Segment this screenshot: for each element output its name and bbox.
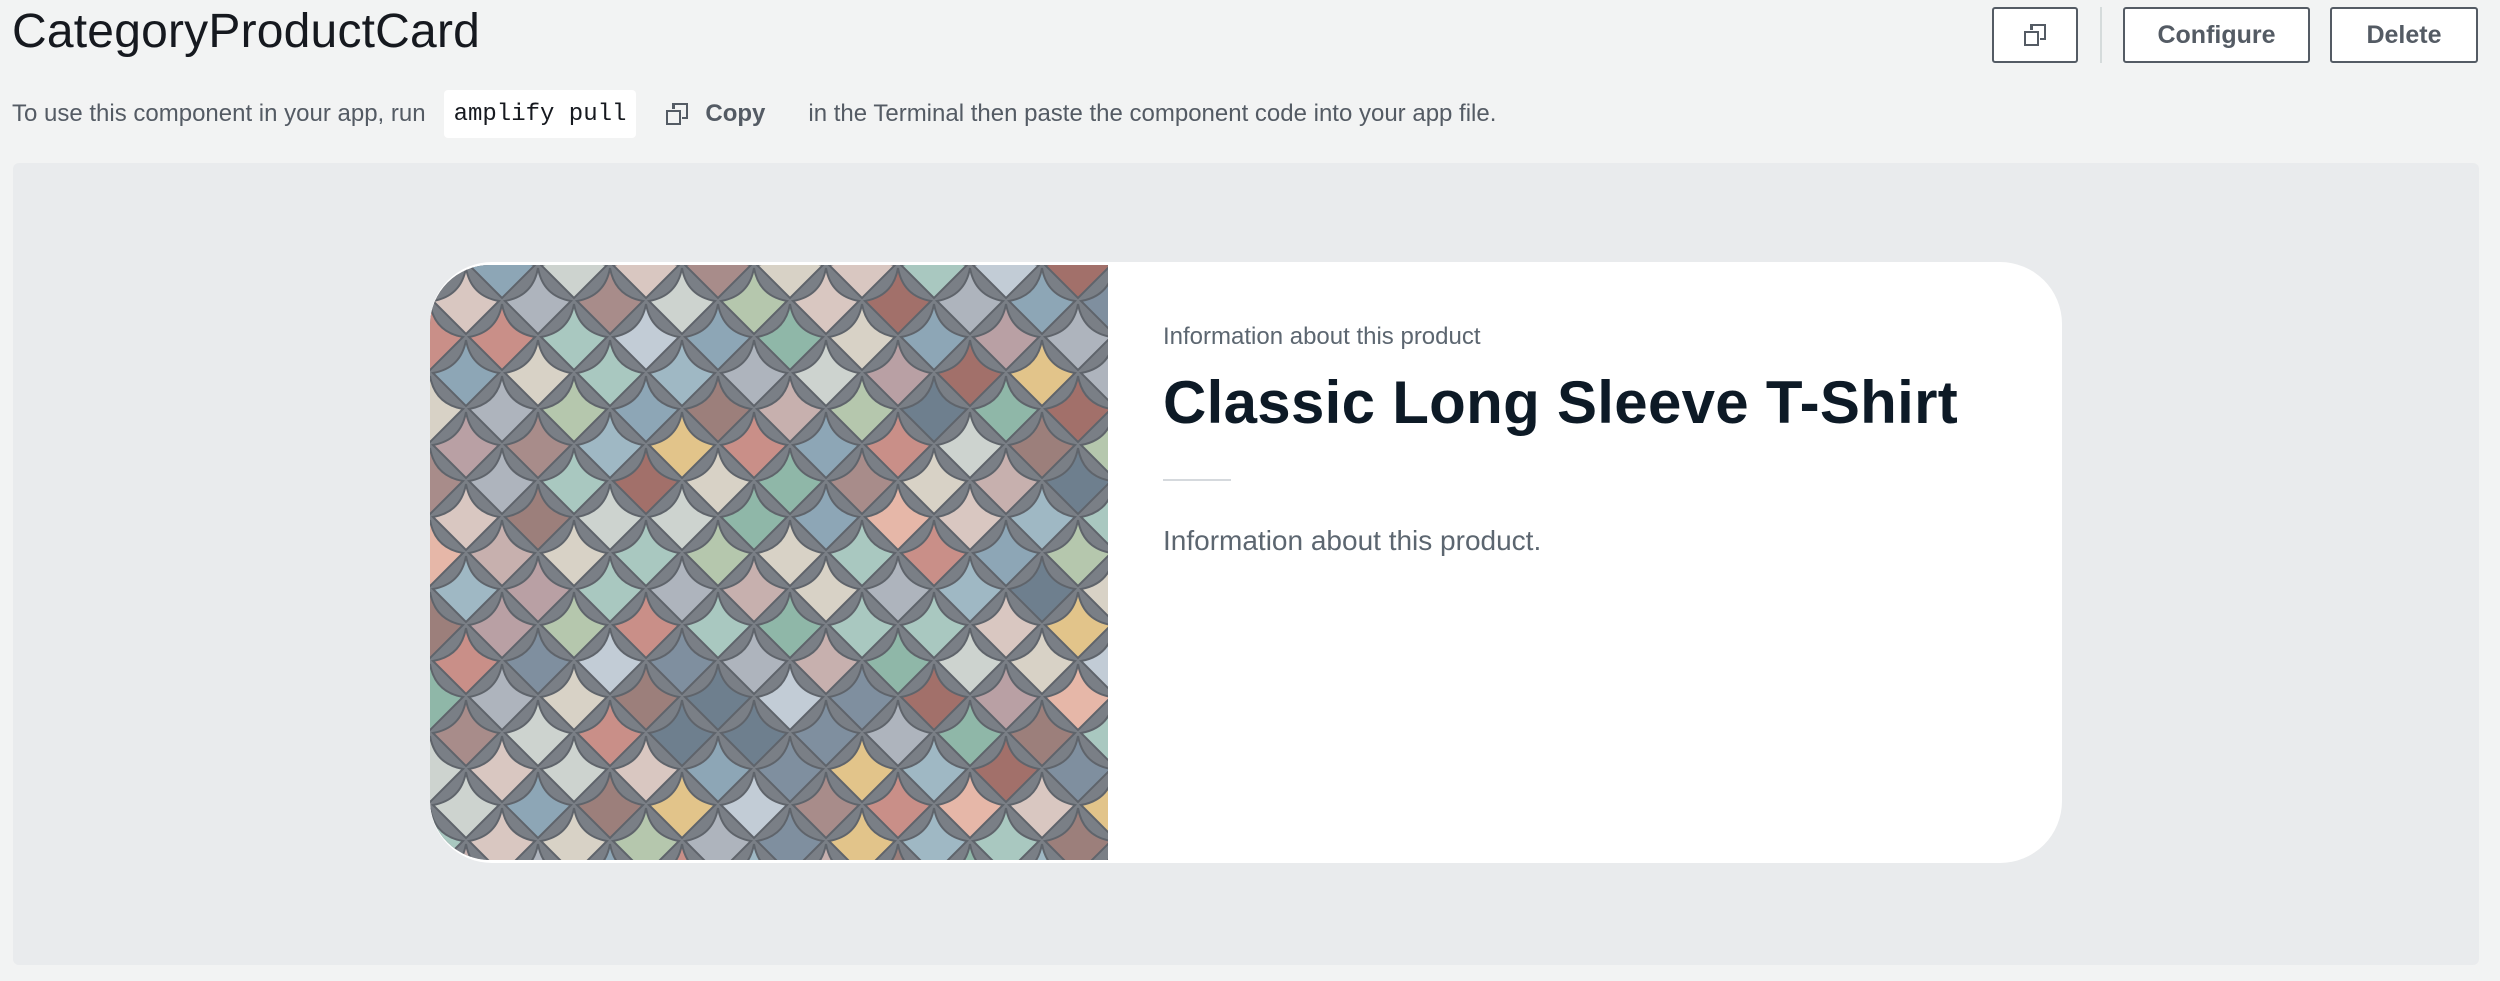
copy-command-button[interactable]: Copy bbox=[666, 100, 765, 128]
instructions-prefix: To use this component in your app, run bbox=[12, 100, 426, 127]
copy-label: Copy bbox=[705, 100, 766, 127]
product-description: Information about this product. bbox=[1163, 525, 1542, 556]
product-info: Information about this product Classic L… bbox=[1163, 262, 2023, 863]
mosaic-tile-image bbox=[430, 265, 1108, 860]
product-eyebrow: Information about this product bbox=[1163, 323, 1481, 350]
duplicate-button[interactable] bbox=[1992, 7, 2078, 63]
product-card: Information about this product Classic L… bbox=[430, 262, 2062, 863]
delete-button[interactable]: Delete bbox=[2330, 7, 2478, 63]
product-image bbox=[430, 265, 1108, 860]
product-divider bbox=[1163, 479, 1231, 481]
copy-icon bbox=[2024, 24, 2046, 46]
configure-button[interactable]: Configure bbox=[2123, 7, 2310, 63]
header-actions: Configure Delete bbox=[1992, 7, 2478, 63]
toolbar-divider bbox=[2100, 7, 2102, 63]
page-title: CategoryProductCard bbox=[12, 5, 481, 58]
instructions-suffix: in the Terminal then paste the component… bbox=[808, 100, 1497, 127]
usage-instructions: To use this component in your app, run a… bbox=[12, 90, 1496, 138]
copy-icon bbox=[666, 103, 689, 125]
product-title: Classic Long Sleeve T-Shirt bbox=[1163, 369, 1959, 436]
command-code: amplify pull bbox=[443, 90, 637, 138]
